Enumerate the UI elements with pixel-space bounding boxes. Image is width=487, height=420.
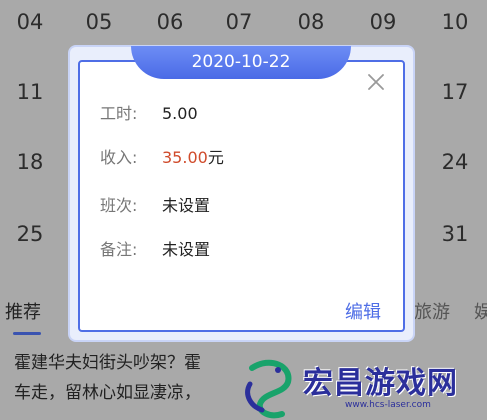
active-tab-indicator (13, 332, 41, 335)
calendar-day[interactable]: 18 (5, 142, 55, 182)
income-amount: 35.00 (162, 148, 208, 167)
calendar-day[interactable]: 04 (5, 2, 55, 42)
calendar-day[interactable]: 08 (286, 2, 336, 42)
shift-value: 未设置 (162, 196, 211, 215)
close-icon (368, 74, 384, 90)
calendar-day[interactable]: 06 (145, 2, 195, 42)
calendar-day[interactable]: 10 (430, 2, 480, 42)
calendar-day[interactable]: 07 (214, 2, 264, 42)
calendar-day[interactable]: 25 (5, 214, 55, 254)
calendar-day[interactable]: 17 (430, 72, 480, 112)
calendar-day[interactable]: 05 (74, 2, 124, 42)
note-value: 未设置 (162, 240, 211, 259)
income-value: 35.00元 (162, 146, 224, 170)
calendar-day[interactable]: 24 (430, 142, 480, 182)
hours-label: 工时: (100, 104, 138, 123)
shift-label: 班次: (100, 196, 138, 215)
hours-value: 5.00 (162, 104, 198, 123)
income-unit: 元 (207, 148, 224, 167)
watermark-logo: 宏昌游戏网 www.hcs-laser.com (240, 352, 487, 420)
calendar-day[interactable]: 11 (5, 72, 55, 112)
note-label: 备注: (100, 240, 138, 259)
tab-travel[interactable]: 旅游 (414, 298, 450, 324)
watermark-url: www.hcs-laser.com (345, 400, 431, 410)
close-button[interactable] (364, 70, 388, 94)
calendar-day[interactable]: 31 (430, 214, 480, 254)
edit-button[interactable]: 编辑 (345, 298, 381, 324)
calendar-day[interactable]: 09 (358, 2, 408, 42)
calendar-week-row: 04 05 06 07 08 09 10 (0, 2, 487, 42)
dragon-logo-icon (245, 359, 292, 419)
dialog-date-header: 2020-10-22 (131, 46, 351, 79)
tab-entertainment[interactable]: 娱 (474, 298, 487, 324)
income-label: 收入: (100, 148, 138, 167)
watermark-name: 宏昌游戏网 (303, 366, 458, 401)
tab-recommend[interactable]: 推荐 (5, 298, 41, 324)
